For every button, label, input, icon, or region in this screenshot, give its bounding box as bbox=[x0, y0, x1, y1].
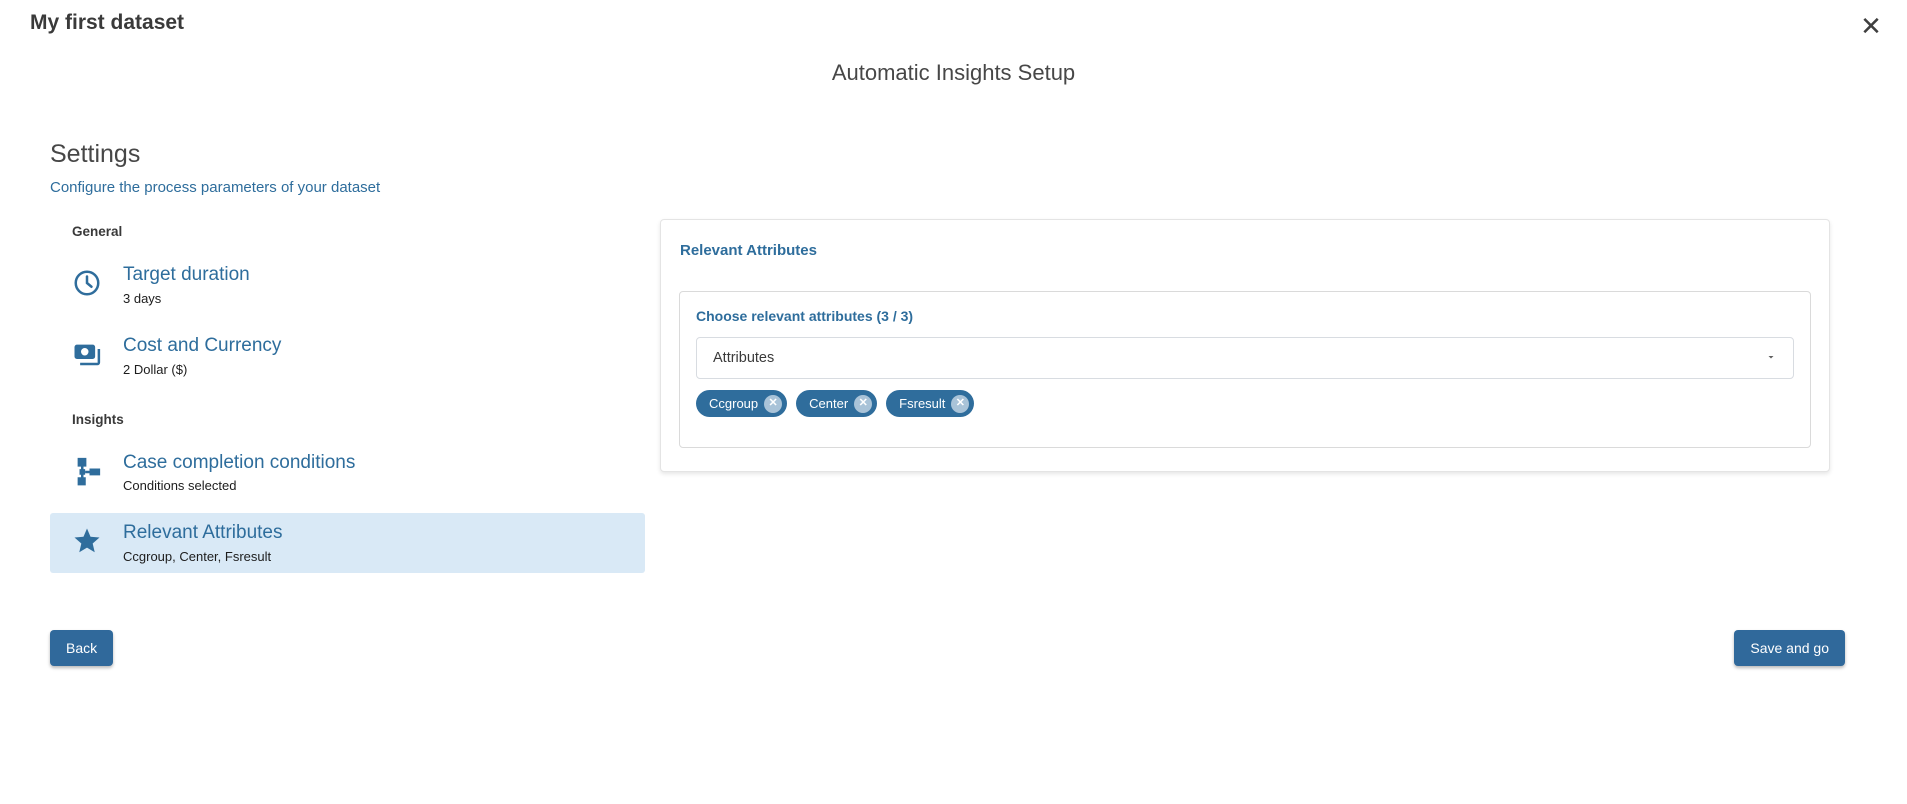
nav-item-title: Relevant Attributes bbox=[123, 522, 283, 544]
chip-remove-icon[interactable]: ✕ bbox=[764, 394, 783, 413]
back-button[interactable]: Back bbox=[50, 630, 114, 666]
chip-remove-icon[interactable]: ✕ bbox=[951, 394, 970, 413]
attribute-chooser-box: Choose relevant attributes (3 / 3) Attri… bbox=[679, 291, 1811, 448]
attributes-dropdown-value: Attributes bbox=[713, 350, 775, 366]
nav-group-label-general: General bbox=[72, 224, 123, 239]
chip-label: Ccgroup bbox=[709, 396, 759, 411]
settings-nav: General Target duration 3 days Cost and … bbox=[50, 216, 645, 584]
chip-fsresult[interactable]: Fsresult ✕ bbox=[886, 390, 975, 417]
settings-title: Settings bbox=[50, 140, 141, 168]
nav-item-relevant-attributes[interactable]: Relevant Attributes Ccgroup, Center, Fsr… bbox=[50, 513, 645, 574]
money-icon bbox=[72, 339, 102, 369]
nav-item-target-duration[interactable]: Target duration 3 days bbox=[50, 255, 645, 315]
save-and-go-button[interactable]: Save and go bbox=[1734, 630, 1845, 666]
clock-icon bbox=[72, 268, 102, 298]
nav-item-subtitle: Conditions selected bbox=[123, 478, 237, 494]
nav-item-subtitle: 2 Dollar ($) bbox=[123, 361, 188, 377]
flow-icon bbox=[72, 456, 102, 486]
chip-center[interactable]: Center ✕ bbox=[796, 390, 878, 417]
chip-label: Center bbox=[809, 396, 849, 411]
attributes-dropdown[interactable]: Attributes bbox=[696, 337, 1794, 379]
chip-label: Fsresult bbox=[899, 396, 946, 411]
window-title: My first dataset bbox=[30, 11, 185, 34]
chip-remove-icon[interactable]: ✕ bbox=[854, 394, 873, 413]
nav-item-title: Cost and Currency bbox=[123, 334, 282, 356]
nav-item-cost-and-currency[interactable]: Cost and Currency 2 Dollar ($) bbox=[50, 326, 645, 386]
chooser-label: Choose relevant attributes (3 / 3) bbox=[696, 308, 914, 324]
nav-item-title: Target duration bbox=[123, 264, 250, 285]
nav-item-subtitle: Ccgroup, Center, Fsresult bbox=[123, 549, 272, 565]
star-icon bbox=[72, 526, 102, 556]
chevron-down-icon bbox=[1765, 351, 1777, 365]
settings-subtitle: Configure the process parameters of your… bbox=[50, 179, 381, 196]
nav-item-subtitle: 3 days bbox=[123, 290, 162, 306]
close-icon[interactable]: ✕ bbox=[1853, 8, 1889, 44]
nav-item-case-completion-conditions[interactable]: Case completion conditions Conditions se… bbox=[50, 443, 645, 503]
chip-ccgroup[interactable]: Ccgroup ✕ bbox=[696, 390, 788, 417]
nav-item-title: Case completion conditions bbox=[123, 451, 356, 473]
nav-group-label-insights: Insights bbox=[72, 411, 124, 427]
relevant-attributes-card: Relevant Attributes Choose relevant attr… bbox=[660, 219, 1830, 472]
page-title: Automatic Insights Setup bbox=[831, 60, 1076, 85]
card-title: Relevant Attributes bbox=[680, 242, 817, 259]
selected-attribute-chips: Ccgroup ✕ Center ✕ Fsresult ✕ bbox=[696, 390, 1794, 417]
